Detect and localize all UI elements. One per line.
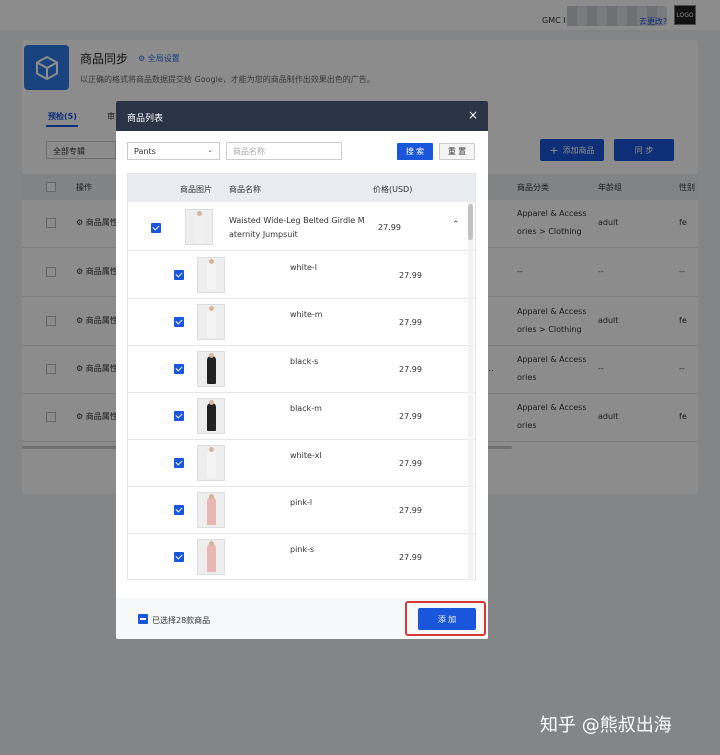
variant-figure [207, 400, 216, 431]
variant-checkbox[interactable] [174, 505, 184, 515]
variant-image [197, 398, 225, 434]
variant-image [197, 304, 225, 340]
variant-name: pink-l [290, 498, 313, 507]
product-figure [195, 211, 204, 242]
variant-checkbox[interactable] [174, 458, 184, 468]
variant-price: 27.99 [399, 318, 422, 327]
variant-checkbox[interactable] [174, 364, 184, 374]
variant-row: white-l 27.99 [128, 252, 475, 299]
product-table: 商品图片 商品名称 价格(USD) Waisted Wide-Leg Belte… [127, 173, 476, 580]
selected-count-text: 已选择28款商品 [152, 616, 211, 625]
product-price: 27.99 [378, 223, 401, 232]
product-name-line2: aternity Jumpsuit [229, 230, 298, 239]
product-type-value: Pants [134, 147, 156, 156]
variant-image [197, 492, 225, 528]
variant-image [197, 351, 225, 387]
variant-price: 27.99 [399, 459, 422, 468]
product-list-modal: 商品列表 × Pants ⌄ 搜 索 重 置 商品图片 商品名称 价格(USD)… [116, 101, 488, 639]
product-table-header: 商品图片 商品名称 价格(USD) [128, 174, 475, 202]
variant-figure [207, 447, 216, 478]
col-price: 价格(USD) [373, 185, 413, 194]
variant-figure [207, 353, 216, 384]
variant-figure [207, 306, 216, 337]
variant-price: 27.99 [399, 271, 422, 280]
watermark: 知乎 @熊叔出海 [540, 715, 672, 736]
col-image: 商品图片 [180, 185, 212, 194]
variant-price: 27.99 [399, 412, 422, 421]
variant-figure [207, 541, 216, 572]
variant-price: 27.99 [399, 365, 422, 374]
variant-name: white-l [290, 263, 318, 272]
vertical-scrollbar-track[interactable] [468, 202, 473, 580]
variant-image [197, 445, 225, 481]
variant-figure [207, 494, 216, 525]
add-button[interactable]: 添 加 [418, 608, 476, 630]
product-name-line1: Waisted Wide-Leg Belted Girdle M [229, 216, 365, 225]
vertical-scrollbar-thumb[interactable] [468, 204, 473, 240]
product-name-input[interactable] [226, 142, 342, 160]
col-name: 商品名称 [229, 185, 261, 194]
reset-button[interactable]: 重 置 [439, 143, 475, 160]
variant-image [197, 257, 225, 293]
variant-price: 27.99 [399, 553, 422, 562]
variant-name: white-xl [290, 451, 322, 460]
variant-image [197, 539, 225, 575]
variant-checkbox[interactable] [174, 411, 184, 421]
variant-row: white-m 27.99 [128, 299, 475, 346]
variant-checkbox[interactable] [174, 552, 184, 562]
chevron-down-icon: ⌄ [207, 146, 213, 154]
product-image [185, 209, 213, 245]
variant-row: pink-s 27.99 [128, 534, 475, 579]
select-all-indeterminate-checkbox[interactable] [138, 614, 148, 624]
variant-name: pink-s [290, 545, 315, 554]
modal-title: 商品列表 [127, 114, 164, 124]
variant-row: black-m 27.99 [128, 393, 475, 440]
variant-row: pink-l 27.99 [128, 487, 475, 534]
modal-header: 商品列表 × [116, 101, 488, 131]
product-type-select[interactable]: Pants ⌄ [127, 142, 220, 160]
close-icon[interactable]: × [465, 107, 481, 123]
variant-price: 27.99 [399, 506, 422, 515]
variant-name: black-s [290, 357, 319, 366]
search-button[interactable]: 搜 索 [397, 143, 433, 160]
product-checkbox[interactable] [151, 223, 161, 233]
variant-name: black-m [290, 404, 322, 413]
product-row: Waisted Wide-Leg Belted Girdle M aternit… [128, 203, 475, 251]
variant-checkbox[interactable] [174, 317, 184, 327]
variant-figure [207, 259, 216, 290]
chevron-up-icon[interactable]: ⌃ [452, 220, 460, 230]
variant-checkbox[interactable] [174, 270, 184, 280]
variant-row: white-xl 27.99 [128, 440, 475, 487]
variant-name: white-m [290, 310, 323, 319]
variant-row: black-s 27.99 [128, 346, 475, 393]
